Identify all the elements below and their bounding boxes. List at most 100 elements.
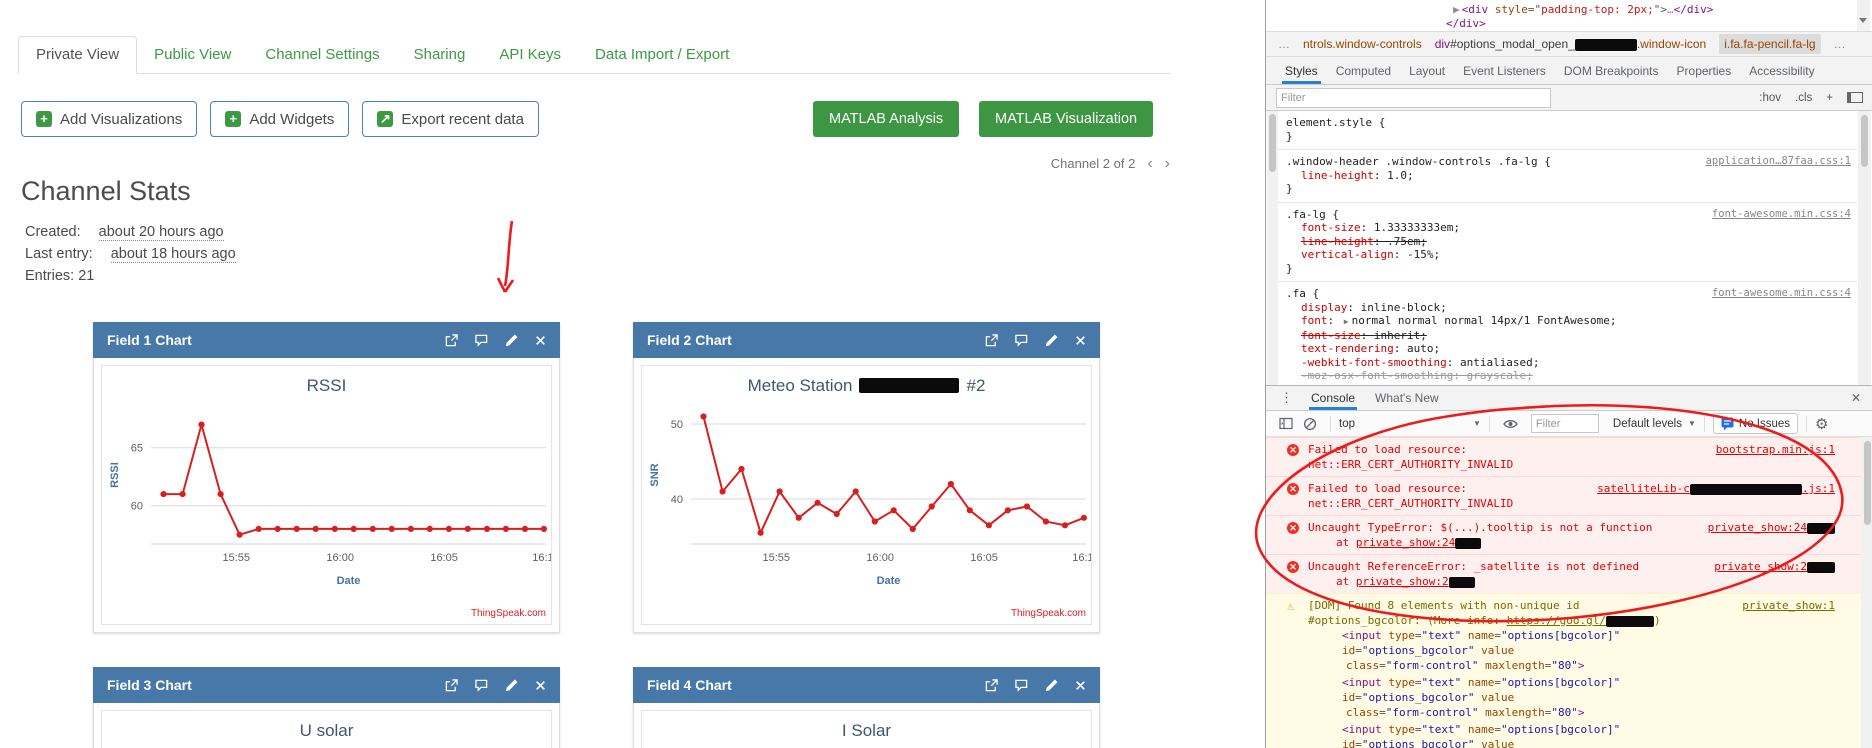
matlab-analysis-button[interactable]: MATLAB Analysis: [813, 101, 959, 137]
message-source: private_show:2: [1714, 559, 1835, 574]
expander-icon[interactable]: ▶: [1344, 317, 1349, 326]
tab-sharing[interactable]: Sharing: [397, 37, 483, 73]
external-link-icon[interactable]: [985, 679, 998, 692]
add-visualizations-button[interactable]: +Add Visualizations: [21, 101, 197, 137]
console-source-link[interactable]: .js:1: [1802, 482, 1835, 495]
redacted-text: [1606, 616, 1654, 627]
issues-bubble-icon: [1721, 417, 1734, 431]
console-source-link[interactable]: private_show:2: [1356, 575, 1449, 588]
devtools-tab-layout[interactable]: Layout: [1400, 57, 1454, 84]
devtools-tab-event-listeners[interactable]: Event Listeners: [1454, 57, 1555, 84]
scrollbar-thumb[interactable]: [1861, 115, 1868, 167]
console-source-link[interactable]: private_show:24: [1356, 536, 1455, 549]
panel-body: RSSI606515:5516:0016:0516:10RSSIDateThin…: [93, 358, 560, 633]
log-levels-selector[interactable]: Default levels: [1613, 418, 1682, 430]
close-drawer-icon[interactable]: ✕: [1839, 391, 1872, 405]
toggle-classes[interactable]: .cls: [1795, 92, 1812, 104]
live-expression-eye-icon[interactable]: [1503, 418, 1518, 430]
console-tab-console[interactable]: Console: [1301, 386, 1365, 410]
devtools-tab-styles[interactable]: Styles: [1276, 57, 1327, 84]
dom-element-entry[interactable]: <input type="text" name="options[bgcolor…: [1308, 675, 1721, 720]
add-widgets-button[interactable]: +Add Widgets: [210, 101, 349, 137]
stylesheet-source-link[interactable]: font-awesome.min.css:4: [1712, 287, 1851, 301]
styles-left-scrollbar[interactable]: [1267, 111, 1278, 385]
no-issues-badge[interactable]: No Issues: [1713, 413, 1798, 434]
devtools-tab-computed[interactable]: Computed: [1327, 57, 1400, 84]
edit-pencil-icon[interactable]: [505, 334, 518, 347]
close-icon[interactable]: [1075, 680, 1086, 691]
console-source-link[interactable]: satelliteLib-c: [1597, 482, 1690, 495]
css-property-value: auto: [1407, 342, 1434, 355]
edit-pencil-icon[interactable]: [1045, 679, 1058, 692]
channel-tab-bar: Private ViewPublic ViewChannel SettingsS…: [18, 36, 1170, 74]
console-source-link[interactable]: bootstrap.min.js:1: [1716, 443, 1835, 456]
console-sidebar-icon[interactable]: [1279, 417, 1293, 430]
svg-text:Date: Date: [337, 575, 361, 587]
tab-data-import-export[interactable]: Data Import / Export: [578, 37, 746, 73]
svg-text:16:05: 16:05: [430, 552, 458, 564]
css-property-value: 1.0: [1387, 169, 1407, 182]
console-filter-input[interactable]: [1531, 414, 1599, 433]
comment-icon[interactable]: [1015, 334, 1028, 347]
tab-api-keys[interactable]: API Keys: [482, 37, 578, 73]
close-icon[interactable]: [535, 680, 546, 691]
edit-pencil-icon[interactable]: [505, 679, 518, 692]
close-icon[interactable]: [535, 335, 546, 346]
next-channel-button[interactable]: ›: [1165, 155, 1170, 172]
error-icon: ✕: [1287, 483, 1299, 495]
text: "form-control": [1386, 659, 1479, 672]
dom-element-entry[interactable]: <input type="text" name="options[bgcolor…: [1308, 628, 1721, 673]
matlab-visualization-button[interactable]: MATLAB Visualization: [979, 101, 1153, 137]
comment-icon[interactable]: [475, 679, 488, 692]
breadcrumb-item[interactable]: ntrols.window-controls: [1303, 37, 1422, 51]
redacted-text: [1449, 577, 1475, 588]
console-source-link[interactable]: private_show:2: [1714, 560, 1807, 573]
svg-text:16:10: 16:10: [532, 552, 551, 564]
stylesheet-source-link[interactable]: application…87faa.css:1: [1706, 155, 1851, 169]
comment-icon[interactable]: [475, 334, 488, 347]
breadcrumb-item[interactable]: i.fa.fa-pencil.fa-lg: [1719, 34, 1820, 54]
tab-private-view[interactable]: Private View: [18, 36, 137, 74]
elements-scrollbar[interactable]: [1857, 0, 1870, 31]
external-link-icon[interactable]: [445, 334, 458, 347]
scroll-down-icon[interactable]: [1859, 18, 1867, 23]
text: [DOM] Found 8 elements with non-unique i…: [1308, 599, 1580, 612]
export-recent-data-button[interactable]: ↗Export recent data: [362, 101, 539, 137]
console-source-link[interactable]: private_show:1: [1742, 599, 1835, 612]
console-warning-message: ⚠[DOM] Found 8 elements with non-unique …: [1266, 593, 1861, 748]
breadcrumb-item[interactable]: …: [1278, 37, 1290, 51]
tab-public-view[interactable]: Public View: [137, 37, 248, 73]
field-4-chart-panel: Field 4 ChartI Solar: [633, 667, 1100, 748]
gear-icon[interactable]: ⚙: [1815, 415, 1828, 433]
console-scrollbar[interactable]: [1861, 437, 1872, 748]
breadcrumb-item[interactable]: …: [1834, 37, 1846, 51]
comment-icon[interactable]: [1015, 679, 1028, 692]
more-menu-icon[interactable]: ⋮: [1266, 390, 1301, 406]
console-source-link[interactable]: private_show:24: [1708, 521, 1807, 534]
console-source-link[interactable]: https://goo.gl/: [1507, 614, 1606, 627]
clear-console-icon[interactable]: [1303, 417, 1317, 431]
styles-filter-input[interactable]: [1276, 88, 1551, 108]
tab-channel-settings[interactable]: Channel Settings: [248, 37, 396, 73]
scrollbar-thumb[interactable]: [1269, 114, 1276, 172]
stylesheet-source-link[interactable]: font-awesome.min.css:4: [1712, 208, 1851, 222]
styles-scrollbar[interactable]: [1858, 111, 1871, 385]
prev-channel-button[interactable]: ‹: [1147, 155, 1152, 172]
context-selector[interactable]: top: [1339, 418, 1355, 430]
toggle-hover-state[interactable]: :hov: [1759, 92, 1781, 104]
dom-element-entry[interactable]: <input type="text" name="options[bgcolor…: [1308, 722, 1721, 748]
devtools-tab-accessibility[interactable]: Accessibility: [1740, 57, 1823, 84]
dock-sidebar-icon[interactable]: [1847, 92, 1863, 103]
close-icon[interactable]: [1075, 335, 1086, 346]
new-style-rule-button[interactable]: +: [1826, 92, 1833, 104]
console-tab-what-s-new[interactable]: What's New: [1365, 386, 1449, 410]
external-link-icon[interactable]: [985, 334, 998, 347]
edit-pencil-icon[interactable]: [1045, 334, 1058, 347]
scrollbar-thumb[interactable]: [1864, 441, 1871, 525]
devtools-tab-properties[interactable]: Properties: [1668, 57, 1741, 84]
css-property-name: font: [1301, 314, 1328, 327]
devtools-tab-dom-breakpoints[interactable]: DOM Breakpoints: [1555, 57, 1668, 84]
external-link-icon[interactable]: [445, 679, 458, 692]
breadcrumb-item[interactable]: div#options_modal_open_.window-icon: [1435, 37, 1707, 51]
css-close-brace: }: [1286, 130, 1849, 144]
